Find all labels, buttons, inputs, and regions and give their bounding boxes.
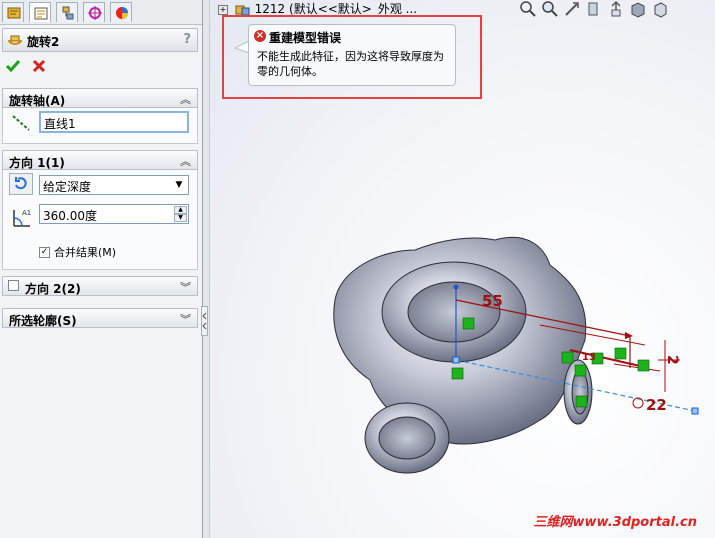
error-message: 不能生成此特征，因为这将导致厚度为零的几何体。 (257, 50, 444, 78)
collapse-arrows-icon (202, 312, 207, 330)
end-condition-value: 给定深度 (43, 180, 92, 194)
watermark-text: 三维网www.3dportal.cn (533, 515, 697, 530)
dimension-label[interactable]: 22 (646, 396, 667, 414)
merge-result-checkbox[interactable]: ✓ (39, 247, 50, 258)
tab-configurationmanager[interactable] (56, 2, 78, 22)
help-button[interactable]: ? (183, 32, 191, 47)
revolve-feature-icon (8, 35, 22, 45)
dropdown-arrow-icon[interactable]: ▼ (172, 178, 186, 192)
featuremanager-icon (7, 7, 21, 19)
graphics-viewport[interactable]: + 1212 (默认<<默认>_外观 ... 55 2 22 13 × 重建模型… (210, 0, 715, 538)
tab-propertymanager[interactable] (29, 2, 51, 22)
chevron-up-icon[interactable]: ︽ (180, 91, 191, 107)
configurationmanager-icon (62, 6, 74, 20)
group-header-axis[interactable]: 旋转轴(A) ︽ (2, 88, 198, 108)
reverse-direction-button[interactable] (9, 173, 33, 195)
cancel-x-icon[interactable] (31, 58, 47, 74)
chevron-up-icon[interactable]: ︽ (180, 153, 191, 169)
rebuild-error-tooltip: × 重建模型错误 不能生成此特征，因为这将导致厚度为零的几何体。 (248, 24, 456, 86)
group-title-direction1: 方向 1(1) (9, 156, 65, 170)
group-body-direction1: 给定深度 ▼ A1 360.00度 ▲ ▼ ✓ 合并结果(M) (2, 170, 198, 270)
collapse-panel-handle[interactable] (201, 306, 208, 336)
dimension-label[interactable]: 2 (664, 355, 680, 365)
property-manager-panel: 旋转2 ? 旋转轴(A) ︽ 直线1 方向 1(1) ︽ 给定深度 ▼ A1 3… (0, 0, 203, 538)
chevron-down-icon[interactable]: ︾ (180, 279, 191, 295)
propertymanager-icon (34, 7, 48, 20)
group-title-direction2: 方向 2(2) (25, 282, 81, 296)
angle-input[interactable]: 360.00度 ▲ ▼ (39, 204, 189, 224)
spin-down-icon[interactable]: ▼ (174, 214, 187, 222)
chevron-down-icon[interactable]: ︾ (180, 311, 191, 327)
property-manager-title: 旋转2 (27, 35, 60, 49)
dimension-label[interactable]: 13 (582, 352, 596, 363)
tab-dimxpert[interactable] (83, 2, 105, 22)
group-header-direction2[interactable]: 方向 2(2) ︾ (2, 276, 198, 296)
tab-featuremanager[interactable] (2, 2, 24, 22)
error-icon: × (254, 30, 266, 42)
part-body[interactable] (333, 236, 593, 474)
property-manager-header: 旋转2 ? (2, 28, 198, 52)
dimension-label[interactable]: 55 (482, 292, 503, 310)
appearance-icon (116, 7, 128, 19)
group-title-contours: 所选轮廓(S) (9, 314, 77, 328)
end-condition-select[interactable]: 给定深度 ▼ (39, 175, 189, 195)
ok-checkmark-icon[interactable] (5, 58, 21, 74)
group-header-direction1[interactable]: 方向 1(1) ︽ (2, 150, 198, 170)
manager-tab-bar (0, 0, 202, 25)
angle-icon: A1 (13, 209, 31, 227)
angle-value: 360.00度 (43, 209, 97, 223)
spin-up-icon[interactable]: ▲ (174, 206, 187, 214)
dimxpert-icon (88, 6, 102, 20)
reverse-direction-icon (15, 177, 27, 190)
group-title-axis: 旋转轴(A) (9, 94, 66, 108)
tab-appearance[interactable] (110, 2, 132, 22)
direction2-checkbox[interactable] (8, 280, 19, 291)
merge-result-label: 合并结果(M) (54, 246, 117, 259)
group-header-contours[interactable]: 所选轮廓(S) ︾ (2, 308, 198, 328)
error-title: 重建模型错误 (269, 31, 342, 45)
panel-splitter[interactable] (203, 0, 210, 538)
diameter-symbol-icon (632, 397, 644, 409)
axis-line-icon (12, 115, 30, 131)
group-body-axis: 直线1 (2, 108, 198, 144)
svg-text:A1: A1 (22, 209, 31, 217)
axis-selection-field[interactable]: 直线1 (39, 111, 189, 133)
